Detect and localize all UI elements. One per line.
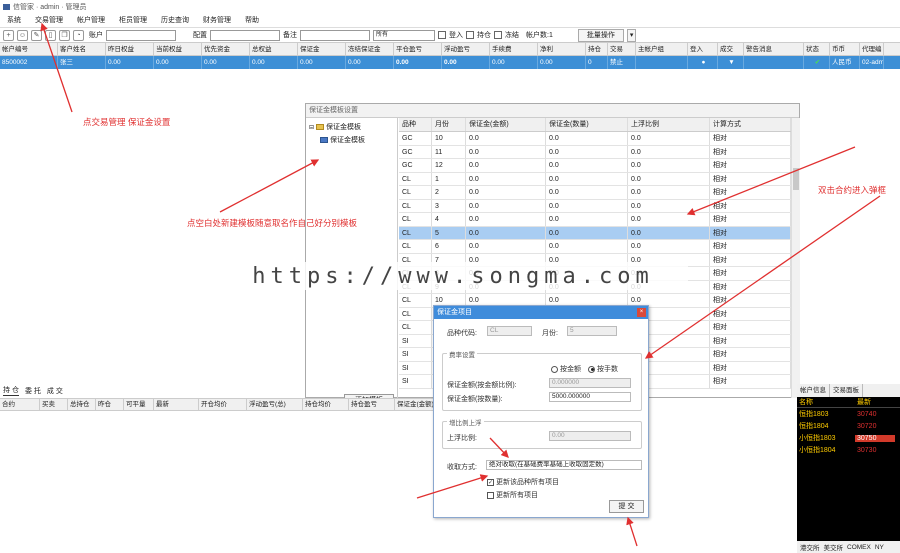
arrow-to-checkbox: [416, 474, 489, 499]
arrow-to-tree: [219, 159, 320, 213]
arrow-to-submit: [626, 516, 638, 547]
arrow-to-radio: [644, 195, 881, 359]
arrow-to-menu: [40, 22, 73, 113]
arrow-to-table: [686, 146, 856, 216]
arrow-to-method: [489, 437, 509, 458]
annotation-arrows: [40, 22, 881, 547]
